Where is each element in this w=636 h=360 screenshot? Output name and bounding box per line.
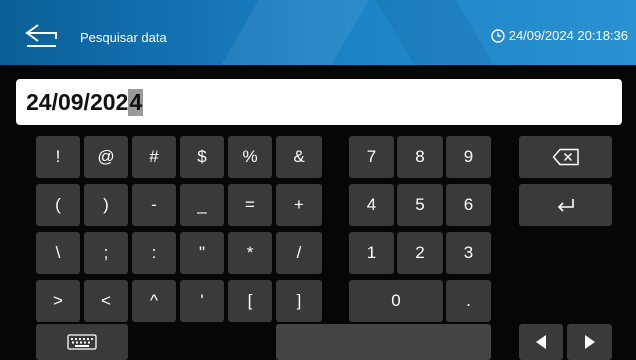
text-cursor: 4 <box>128 88 144 116</box>
page-title: Pesquisar data <box>80 30 167 45</box>
key-underscore[interactable]: _ <box>180 184 224 226</box>
key-semicolon[interactable]: ; <box>84 232 128 274</box>
key-minus[interactable]: - <box>132 184 176 226</box>
date-search-input[interactable]: 24/09/202 4 <box>16 79 622 125</box>
key-backslash[interactable]: \ <box>36 232 80 274</box>
key-greater-than[interactable]: > <box>36 280 80 322</box>
key-less-than[interactable]: < <box>84 280 128 322</box>
datetime-display: 24/09/2024 20:18:36 <box>491 28 628 43</box>
space-key[interactable] <box>276 324 491 360</box>
datetime-text: 24/09/2024 20:18:36 <box>508 28 628 43</box>
key-percent[interactable]: % <box>228 136 272 178</box>
key-bracket-open[interactable]: [ <box>228 280 272 322</box>
enter-button[interactable] <box>519 184 612 226</box>
key-paren-close[interactable]: ) <box>84 184 128 226</box>
key-hash[interactable]: # <box>132 136 176 178</box>
key-plus[interactable]: + <box>276 184 322 226</box>
key-8[interactable]: 8 <box>397 136 443 178</box>
key-exclamation[interactable]: ! <box>36 136 80 178</box>
key-caret[interactable]: ^ <box>132 280 176 322</box>
date-search-value: 24/09/202 4 <box>26 86 144 118</box>
key-bracket-close[interactable]: ] <box>276 280 322 322</box>
key-1[interactable]: 1 <box>349 232 394 274</box>
backspace-icon <box>552 148 579 166</box>
key-asterisk[interactable]: * <box>228 232 272 274</box>
keyboard-icon <box>67 334 97 350</box>
key-paren-open[interactable]: ( <box>36 184 80 226</box>
key-double-quote[interactable]: " <box>180 232 224 274</box>
clock-icon <box>491 28 505 43</box>
key-apostrophe[interactable]: ' <box>180 280 224 322</box>
backspace-button[interactable] <box>519 136 612 178</box>
key-equals[interactable]: = <box>228 184 272 226</box>
enter-icon <box>557 199 574 212</box>
key-0[interactable]: 0 <box>349 280 443 322</box>
cursor-right-button[interactable] <box>567 324 612 360</box>
key-6[interactable]: 6 <box>446 184 491 226</box>
key-colon[interactable]: : <box>132 232 176 274</box>
key-4[interactable]: 4 <box>349 184 394 226</box>
header-bar: Pesquisar data 24/09/2024 20:18:36 <box>0 0 636 65</box>
key-ampersand[interactable]: & <box>276 136 322 178</box>
key-dot[interactable]: . <box>446 280 491 322</box>
cursor-left-button[interactable] <box>519 324 563 360</box>
key-2[interactable]: 2 <box>397 232 443 274</box>
keyboard-toggle-button[interactable] <box>36 324 128 360</box>
key-7[interactable]: 7 <box>349 136 394 178</box>
key-dollar[interactable]: $ <box>180 136 224 178</box>
key-slash[interactable]: / <box>276 232 322 274</box>
key-9[interactable]: 9 <box>446 136 491 178</box>
back-arrow-icon <box>25 24 57 47</box>
arrow-right-icon <box>584 335 595 349</box>
arrow-left-icon <box>536 335 546 349</box>
back-button[interactable] <box>22 22 60 48</box>
key-5[interactable]: 5 <box>397 184 443 226</box>
key-at[interactable]: @ <box>84 136 128 178</box>
date-value-text: 24/09/202 <box>26 88 129 115</box>
key-3[interactable]: 3 <box>446 232 491 274</box>
